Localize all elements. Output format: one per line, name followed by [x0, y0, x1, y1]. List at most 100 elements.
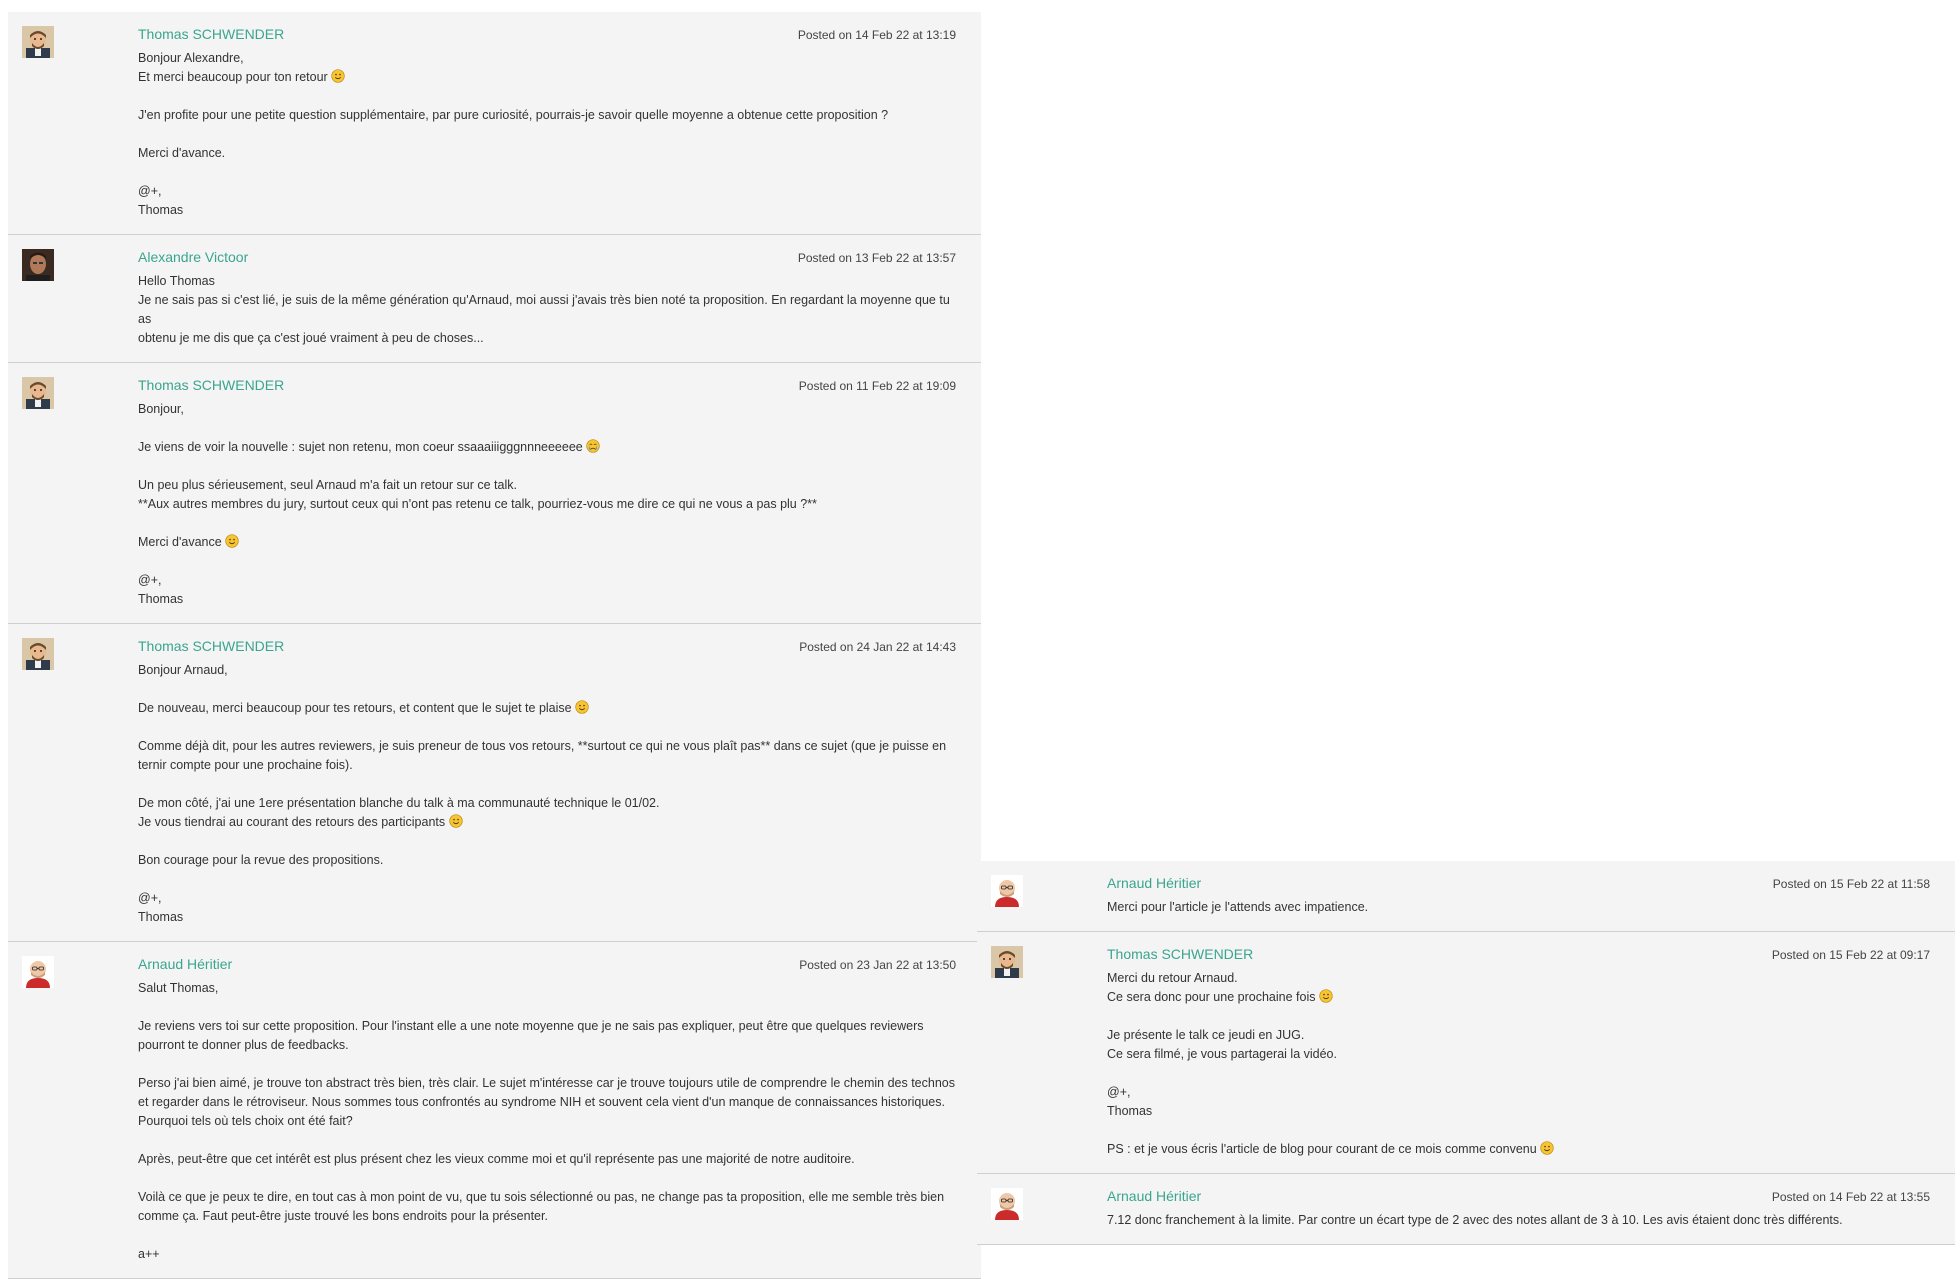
- avatar-arnaud: [22, 956, 54, 988]
- smile-emoji-icon: [448, 814, 463, 828]
- smile-emoji-icon: [1540, 1141, 1554, 1155]
- comment-text: Salut Thomas,: [138, 981, 219, 995]
- author-link[interactable]: Thomas SCHWENDER: [138, 638, 284, 654]
- comment-text: Comme déjà dit, pour les autres reviewer…: [138, 739, 947, 753]
- comment-text: Merci du retour Arnaud.: [1107, 971, 1238, 985]
- comment-line: Thomas: [138, 201, 956, 220]
- author-link[interactable]: Thomas SCHWENDER: [1107, 946, 1253, 962]
- comment-header: Arnaud Héritier Posted on 23 Jan 22 at 13…: [138, 956, 956, 976]
- comment-body: Bonjour, Je viens de voir la nouvelle : s…: [138, 400, 956, 609]
- comment-card: Alexandre Victoor Posted on 13 Feb 22 at …: [8, 235, 981, 363]
- comment-line: Je présente le talk ce jeudi en JUG.: [1107, 1026, 1930, 1045]
- avatar-thomas: [22, 638, 54, 670]
- comment-header: Arnaud Héritier Posted on 15 Feb 22 at 11…: [1107, 875, 1930, 895]
- comment-date: Posted on 15 Feb 22 at 09:17: [1771, 948, 1930, 962]
- comment-line: Bon courage pour la revue des propositio…: [138, 851, 956, 870]
- smile-emoji-icon: [575, 700, 589, 714]
- comment-line: Thomas: [138, 908, 956, 927]
- comments-column-right: Arnaud Héritier Posted on 15 Feb 22 at 11…: [977, 861, 1955, 1245]
- comment-line: comme ça. Faut peut-être juste trouvé le…: [138, 1207, 956, 1226]
- comment-body: Bonjour Alexandre, Et merci beaucoup pour…: [138, 49, 956, 220]
- comment-text: Thomas: [138, 203, 184, 217]
- comment-text: Je présente le talk ce jeudi en JUG.: [1107, 1028, 1305, 1042]
- comment-line: Comme déjà dit, pour les autres reviewer…: [138, 737, 956, 756]
- comment-line: Je viens de voir la nouvelle : sujet non…: [138, 438, 956, 457]
- comment-text: @+,: [138, 891, 162, 905]
- comment-date: Posted on 14 Feb 22 at 13:19: [797, 28, 956, 42]
- comment-body: Salut Thomas, Je reviens vers toi sur cet…: [138, 979, 956, 1264]
- smile-emoji-icon: [1319, 989, 1333, 1003]
- comment-line: pourront te donner plus de feedbacks.: [138, 1036, 956, 1055]
- comment-date: Posted on 23 Jan 22 at 13:50: [799, 958, 956, 972]
- comment-date: Posted on 14 Feb 22 at 13:55: [1771, 1190, 1930, 1204]
- comment-line: 7.12 donc franchement à la limite. Par c…: [1107, 1211, 1930, 1230]
- comment-body: Merci du retour Arnaud. Ce sera donc pour…: [1107, 969, 1930, 1159]
- comment-header: Alexandre Victoor Posted on 13 Feb 22 at …: [138, 249, 956, 269]
- comment-line: Je vous tiendrai au courant des retours …: [138, 813, 956, 832]
- comment-text: Voilà ce que je peux te dire, en tout ca…: [138, 1190, 945, 1204]
- comment-line: @+,: [138, 889, 956, 908]
- author-link[interactable]: Arnaud Héritier: [138, 956, 232, 972]
- comment-line: Pourquoi tels où tels choix ont été fait…: [138, 1112, 956, 1131]
- author-link[interactable]: Arnaud Héritier: [1107, 1188, 1201, 1204]
- comment-header: Arnaud Héritier Posted on 14 Feb 22 at 13…: [1107, 1188, 1930, 1208]
- comment-card: Thomas SCHWENDER Posted on 11 Feb 22 at 1…: [8, 363, 981, 624]
- comment-text: Pourquoi tels où tels choix ont été fait…: [138, 1114, 353, 1128]
- comment-line: @+,: [1107, 1083, 1930, 1102]
- comment-line: Ce sera filmé, je vous partagerai la vid…: [1107, 1045, 1930, 1064]
- comment-line: Merci d'avance.: [138, 144, 956, 163]
- comment-body: 7.12 donc franchement à la limite. Par c…: [1107, 1211, 1930, 1230]
- author-link[interactable]: Thomas SCHWENDER: [138, 377, 284, 393]
- comment-line: obtenu je me dis que ça c'est joué vraim…: [138, 329, 956, 348]
- comment-text: Je viens de voir la nouvelle : sujet non…: [138, 440, 583, 454]
- comment-card: Thomas SCHWENDER Posted on 14 Feb 22 at 1…: [8, 12, 981, 235]
- comment-line: Je ne sais pas si c'est lié, je suis de …: [138, 291, 956, 329]
- comment-text: Je vous tiendrai au courant des retours …: [138, 815, 446, 829]
- comment-card: Arnaud Héritier Posted on 15 Feb 22 at 11…: [977, 861, 1955, 932]
- comment-line: Voilà ce que je peux te dire, en tout ca…: [138, 1188, 956, 1207]
- comment-text: ternir compte pour une prochaine fois).: [138, 758, 353, 772]
- comment-line: Et merci beaucoup pour ton retour: [138, 68, 956, 87]
- comment-line: Bonjour,: [138, 400, 956, 419]
- author-link[interactable]: Arnaud Héritier: [1107, 875, 1201, 891]
- comment-line: De mon côté, j'ai une 1ere présentation …: [138, 794, 956, 813]
- comment-header: Thomas SCHWENDER Posted on 24 Jan 22 at 1…: [138, 638, 956, 658]
- comment-text: Ce sera donc pour une prochaine fois: [1107, 990, 1316, 1004]
- avatar-alexandre: [22, 249, 54, 281]
- comment-text: Merci d'avance: [138, 535, 222, 549]
- comment-line: **Aux autres membres du jury, surtout ce…: [138, 495, 956, 514]
- comment-line: Bonjour Arnaud,: [138, 661, 956, 680]
- comment-body: Bonjour Arnaud, De nouveau, merci beaucou…: [138, 661, 956, 927]
- author-link[interactable]: Alexandre Victoor: [138, 249, 248, 265]
- comment-line: ternir compte pour une prochaine fois).: [138, 756, 956, 775]
- comment-body: Merci pour l'article je l'attends avec i…: [1107, 898, 1930, 917]
- comment-text: Merci pour l'article je l'attends avec i…: [1107, 900, 1369, 914]
- author-link[interactable]: Thomas SCHWENDER: [138, 26, 284, 42]
- comment-card: Arnaud Héritier Posted on 23 Jan 22 at 13…: [8, 942, 981, 1279]
- comment-text: Je ne sais pas si c'est lié, je suis de …: [138, 293, 954, 326]
- comment-text: Je reviens vers toi sur cette propositio…: [138, 1019, 924, 1033]
- comment-text: Hello Thomas: [138, 274, 215, 288]
- comment-card: Thomas SCHWENDER Posted on 15 Feb 22 at 0…: [977, 932, 1955, 1174]
- comment-line: De nouveau, merci beaucoup pour tes reto…: [138, 699, 956, 718]
- comment-header: Thomas SCHWENDER Posted on 15 Feb 22 at 0…: [1107, 946, 1930, 966]
- avatar-thomas: [22, 26, 54, 58]
- comment-text: @+,: [1107, 1085, 1131, 1099]
- comment-line: Après, peut-être que cet intérêt est plu…: [138, 1150, 956, 1169]
- comment-text: Thomas: [138, 910, 184, 924]
- comment-line: Merci pour l'article je l'attends avec i…: [1107, 898, 1930, 917]
- comment-line: @+,: [138, 182, 956, 201]
- comment-line: PS : et je vous écris l'article de blog …: [1107, 1140, 1930, 1159]
- comment-date: Posted on 24 Jan 22 at 14:43: [799, 640, 956, 654]
